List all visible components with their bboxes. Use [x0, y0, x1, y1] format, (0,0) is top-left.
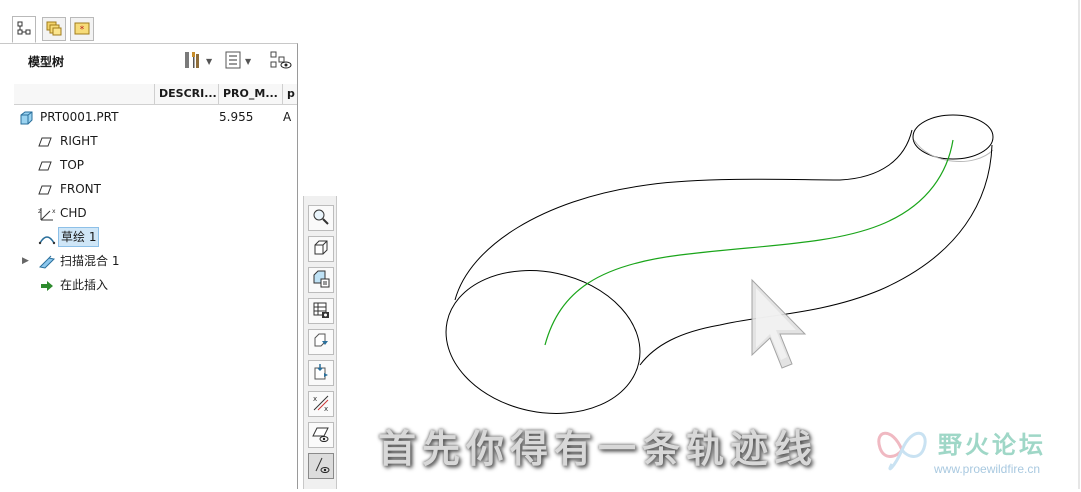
- start-section-ellipse: [445, 270, 641, 414]
- tree-item-label: RIGHT: [60, 134, 98, 148]
- mouse-cursor-icon: [751, 278, 807, 369]
- tab-folder-browser[interactable]: [42, 17, 66, 41]
- tree-row-sketch[interactable]: 草绘 1: [14, 226, 297, 248]
- end-section-ellipse: [912, 114, 994, 160]
- tree-item-label: CHD: [60, 206, 87, 220]
- panel-header: 模型树 ▼ ▼: [0, 44, 297, 78]
- insert-here-arrow-icon: [40, 278, 54, 292]
- watermark-title: 野火论坛: [938, 431, 1046, 459]
- view-toolbar: xx: [303, 196, 337, 489]
- svg-text:*: *: [80, 25, 85, 35]
- show-dropdown[interactable]: ▼: [225, 51, 251, 71]
- column-header-pro-mass[interactable]: PRO_M...: [218, 84, 282, 104]
- folder-stack-icon: [46, 20, 62, 39]
- model-tree-panel: 模型树 ▼ ▼ DESCRI... PRO_M... p PRT0001.PRT…: [0, 43, 298, 489]
- tree-row-front[interactable]: FRONT: [14, 178, 297, 200]
- tree-item-label: 草绘 1: [58, 227, 100, 247]
- watermark-logo: 野火论坛 www.proewildfire.cn: [870, 420, 1080, 486]
- tree-item-label: 在此插入: [60, 278, 109, 292]
- coordinate-system-icon: xz: [38, 206, 56, 221]
- saved-views-icon: [312, 270, 330, 291]
- part-icon: [19, 110, 33, 125]
- tree-column-header: DESCRI... PRO_M... p: [14, 84, 297, 105]
- sketch-display-icon: [312, 456, 330, 477]
- column-header-description[interactable]: DESCRI...: [154, 84, 218, 104]
- column-header-p[interactable]: p: [282, 84, 297, 104]
- tree-row-csys[interactable]: xz CHD: [14, 202, 297, 224]
- tab-favorites[interactable]: *: [70, 17, 94, 41]
- plane-display-icon: [312, 425, 330, 446]
- tree-item-label: PRT0001.PRT: [40, 110, 119, 124]
- datum-point-display-icon: [312, 363, 330, 384]
- butterfly-logo-icon: [872, 424, 932, 479]
- datum-plane-icon: [38, 158, 52, 172]
- tree-item-label: 扫描混合 1: [60, 254, 120, 268]
- view-orientation-button[interactable]: [308, 236, 334, 262]
- tree-filter-button[interactable]: [270, 51, 292, 71]
- zoom-icon: [312, 208, 330, 229]
- plane-display-button[interactable]: [308, 422, 334, 448]
- view-orientation-icon: [312, 239, 330, 260]
- tree-item-label: TOP: [60, 158, 85, 172]
- expand-arrow-icon[interactable]: ▶: [22, 254, 32, 268]
- settings-dropdown[interactable]: ▼: [182, 51, 212, 71]
- svg-text:x: x: [324, 405, 328, 412]
- tab-model-tree[interactable]: [12, 16, 36, 43]
- sketch-display-button[interactable]: [308, 453, 334, 479]
- model-viewport: [445, 114, 994, 414]
- sketch-icon: [38, 230, 56, 245]
- datum-plane-icon: [38, 182, 52, 196]
- end-section-hidden-edge: [913, 139, 994, 162]
- axis-display-icon: xx: [312, 394, 330, 415]
- tools-icon: [182, 50, 202, 73]
- tree-row-insert-here[interactable]: 在此插入: [14, 274, 297, 296]
- model-tree-icon: [17, 21, 31, 38]
- panel-tabstrip: *: [0, 0, 300, 44]
- datum-point-display-button[interactable]: [308, 360, 334, 386]
- list-icon: [225, 51, 241, 72]
- param-value: A: [283, 110, 292, 124]
- appearance-gallery-button[interactable]: [308, 298, 334, 324]
- svg-text:x: x: [313, 395, 317, 403]
- datum-plane-icon: [38, 134, 52, 148]
- zoom-button[interactable]: [308, 205, 334, 231]
- axis-display-button[interactable]: xx: [308, 391, 334, 417]
- tree-row-swept-blend[interactable]: ▶ 扫描混合 1: [14, 250, 297, 272]
- watermark-url: www.proewildfire.cn: [934, 462, 1041, 476]
- appearance-gallery-icon: [312, 301, 330, 322]
- saved-views-button[interactable]: [308, 267, 334, 293]
- swept-blend-icon: [38, 254, 56, 269]
- chevron-down-icon: ▼: [206, 56, 213, 66]
- mass-value: 5.955: [219, 110, 254, 124]
- datum-display-button[interactable]: [308, 329, 334, 355]
- favorites-folder-icon: *: [74, 21, 90, 38]
- window-edge: [1078, 0, 1080, 489]
- video-subtitle: 首先你得有一条轨迹线: [378, 426, 819, 471]
- tree-row-top[interactable]: TOP: [14, 154, 297, 176]
- tree-filter-icon: [270, 50, 292, 73]
- panel-title: 模型树: [28, 55, 65, 69]
- svg-text:x: x: [52, 208, 56, 215]
- tree-row-part[interactable]: PRT0001.PRT 5.955 A: [14, 106, 297, 128]
- tree-row-right[interactable]: RIGHT: [14, 130, 297, 152]
- sweep-top-edge: [454, 129, 913, 301]
- tree-item-label: FRONT: [60, 182, 101, 196]
- datum-display-icon: [312, 332, 330, 353]
- trajectory-curve: [544, 139, 954, 346]
- svg-text:z: z: [38, 208, 41, 215]
- chevron-down-icon: ▼: [245, 56, 252, 66]
- graphics-window[interactable]: [338, 0, 1081, 489]
